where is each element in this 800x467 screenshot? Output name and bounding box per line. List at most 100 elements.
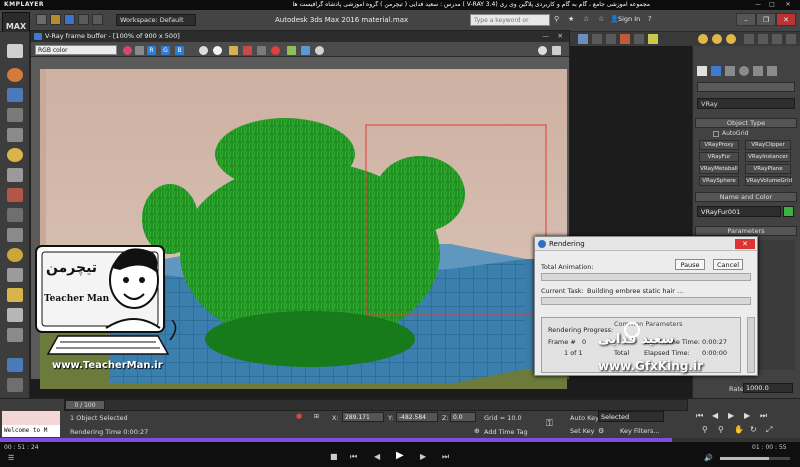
pause-button[interactable]: Pause [675,259,705,270]
search-icon[interactable]: ⚲ [554,15,559,23]
key-selection-dropdown[interactable]: Selected [598,411,664,422]
go-to-start-icon[interactable]: ⏮ [696,411,703,421]
name-and-color-rollout[interactable]: Name and Color [695,192,797,202]
welcome-text[interactable]: Welcome to M [2,425,60,437]
blue-channel-button[interactable]: B [175,46,184,55]
volume-slider[interactable] [720,457,790,460]
go-to-end-icon[interactable]: ⏭ [760,411,767,421]
open-file-icon[interactable] [50,14,61,25]
create-tab-icon[interactable] [697,66,707,76]
favorites-icon[interactable]: ☆ [598,15,604,23]
maximize-icon[interactable]: □ [766,0,778,10]
vraymetaball-button[interactable]: VRayMetaball [699,164,739,174]
communication-icon[interactable]: ☆ [583,15,589,23]
vrayplane-button[interactable]: VRayPlane [745,164,791,174]
vfb-minimize-button[interactable]: — [543,31,550,42]
region-render-icon[interactable] [287,46,296,55]
link-icon[interactable] [301,46,310,55]
back-arrow-icon[interactable] [7,44,23,58]
volume-icon[interactable]: 🔊 [704,454,713,462]
mono-icon[interactable] [135,46,144,55]
alpha-icon[interactable] [199,46,208,55]
display-tab-icon[interactable] [753,66,763,76]
key-icon[interactable]: ⚿ [546,419,553,429]
zoom-all-icon[interactable]: ⚲ [718,425,724,434]
maximize-viewport-icon[interactable]: ⤢ [766,425,772,435]
z-coordinate-input[interactable]: 0.0 [450,412,476,422]
menu-icon[interactable]: ☰ [8,454,14,462]
motion-icon[interactable] [7,288,23,302]
toolbar-icon[interactable] [634,34,644,44]
toolbar-icon[interactable] [606,34,616,44]
frame-counter[interactable]: 0 / 100 [65,400,105,410]
zoom-icon[interactable]: ⚲ [702,425,708,434]
parameters-rollout[interactable]: Parameters [695,226,797,236]
rewind-icon[interactable]: ◀ [374,452,380,461]
rendering-close-button[interactable]: ✕ [735,239,755,249]
category-dropdown[interactable]: VRay [697,98,795,109]
transform-mode-icon[interactable]: ⊞ [314,413,319,420]
max-minimize-button[interactable]: – [736,13,756,26]
track-mouse-icon[interactable] [271,46,280,55]
toolbar-icon[interactable] [758,34,768,44]
vrayinstancer-button[interactable]: VRayInstancer [745,152,791,162]
teapot-render-icon[interactable] [315,46,324,55]
minimize-icon[interactable]: — [752,0,764,10]
x-coordinate-input[interactable]: 289.171 [342,412,384,422]
modify-tab-icon[interactable] [711,66,721,76]
stop-render-icon[interactable] [538,46,547,55]
rendered-frame-icon[interactable] [726,34,736,44]
red-channel-button[interactable]: R [147,46,156,55]
rate-input[interactable]: 1000.0 [743,383,793,393]
sphere-icon[interactable] [7,68,23,82]
play-pause-icon[interactable]: ▶ [396,450,404,461]
lock-selection-icon[interactable]: ● [296,412,302,420]
shape-icon[interactable] [7,208,23,222]
save-file-icon[interactable] [64,14,75,25]
forward-icon[interactable]: ▶ [420,452,426,461]
modifier-icon[interactable] [7,228,23,242]
box-icon[interactable] [7,88,23,102]
time-tag-icon[interactable]: ⊕ [474,427,480,435]
dialog-scrollbar[interactable] [747,317,755,373]
object-color-swatch[interactable] [783,206,794,217]
subscription-icon[interactable]: ★ [568,15,574,23]
redo-icon[interactable] [92,14,103,25]
motion-tab-icon[interactable] [739,66,749,76]
vfb-close-button[interactable]: ✕ [558,31,563,42]
color-picker-icon[interactable] [123,46,132,55]
vrayfur-button[interactable]: VRayFur [699,152,739,162]
white-circle-icon[interactable] [213,46,222,55]
next-icon[interactable]: ⏭ [442,452,449,462]
hierarchy-icon[interactable] [7,268,23,282]
keyword-search-input[interactable]: Type a keyword or phrase [470,14,550,36]
object-type-rollout[interactable]: Object Type [695,118,797,128]
light-icon[interactable] [7,148,23,162]
close-icon[interactable]: ✕ [782,0,794,10]
toolbar-icon[interactable] [592,34,602,44]
camera-icon[interactable] [7,168,23,182]
play-icon[interactable]: ▶ [728,411,734,420]
previous-icon[interactable]: ⏮ [350,452,357,462]
material-icon[interactable] [7,248,23,262]
toolbar-icon[interactable] [620,34,630,44]
toolbar-icon[interactable] [786,34,796,44]
undo-icon[interactable] [78,14,89,25]
max-close-button[interactable]: ✕ [776,13,796,26]
key-mode-icon[interactable]: ⚙ [598,427,604,435]
auto-key-button[interactable]: Auto Key [570,414,599,422]
vrayproxy-button[interactable]: VRayProxy [699,140,739,150]
max-restore-button[interactable]: ❐ [756,13,776,26]
render-teapot-icon[interactable] [698,34,708,44]
sign-in-link[interactable]: Sign In [618,15,640,23]
toolbar-icon[interactable] [744,34,754,44]
utilities-icon[interactable] [7,328,23,342]
toolbar-icon[interactable] [648,34,658,44]
help-icon[interactable]: ? [648,15,652,23]
new-file-icon[interactable] [36,14,47,25]
display-icon[interactable] [7,308,23,322]
object-name-input[interactable]: VRayFur001 [697,206,781,217]
maxscript-listener[interactable] [2,411,60,425]
vraysphere-button[interactable]: VRaySphere [699,176,739,186]
channel-dropdown[interactable]: RGB color [35,45,117,55]
